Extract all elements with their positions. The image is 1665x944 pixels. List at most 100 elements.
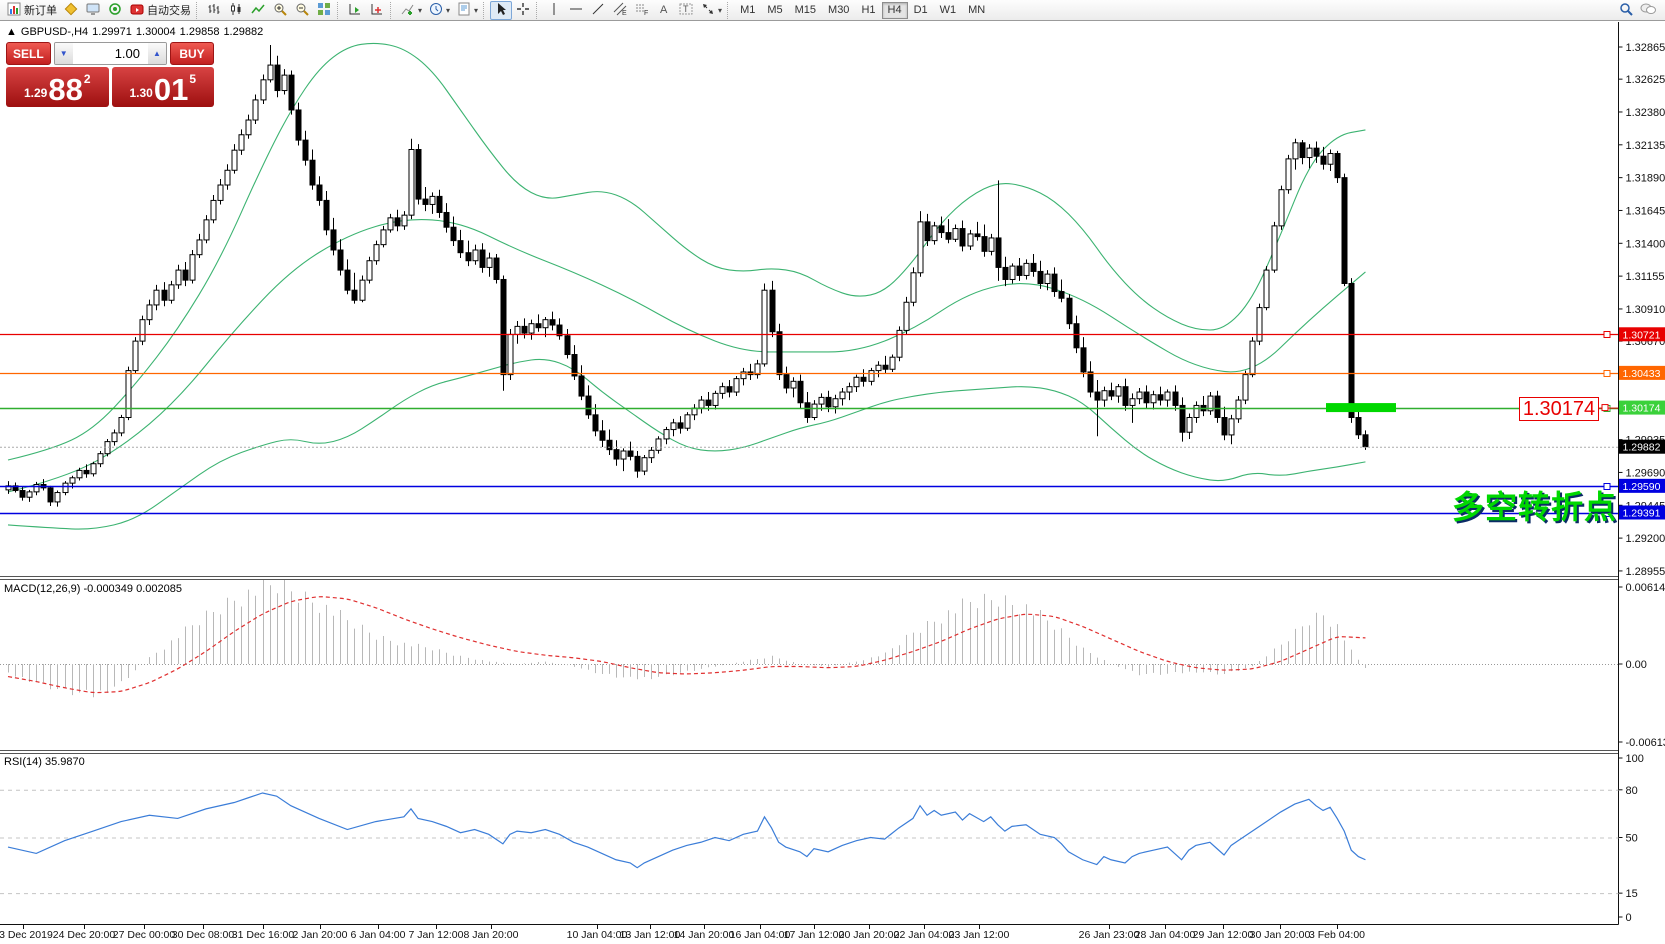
macd-pane-label: MACD(12,26,9) -0.000349 0.002085 (4, 583, 182, 595)
chat-button[interactable] (1637, 1, 1659, 20)
label-icon: T (678, 2, 694, 18)
svg-text:17 Jan 12:00: 17 Jan 12:00 (784, 929, 845, 941)
zoom-in-button[interactable] (269, 1, 291, 20)
volume-stepper[interactable]: ▼ 1.00 ▲ (54, 42, 167, 65)
sell-button[interactable]: SELL (6, 42, 51, 65)
svg-text:24 Dec 20:00: 24 Dec 20:00 (53, 929, 116, 941)
cursor-button[interactable] (490, 1, 512, 20)
svg-text:1.31400: 1.31400 (1626, 238, 1665, 250)
vertical-line-button[interactable] (543, 1, 565, 20)
buy-price-panel[interactable]: 1.30 01 5 (112, 67, 215, 107)
new-order-label: 新订单 (24, 2, 57, 18)
svg-text:29 Jan 12:00: 29 Jan 12:00 (1193, 929, 1254, 941)
svg-text:1.30433: 1.30433 (1623, 368, 1661, 380)
text-button[interactable]: A (653, 1, 675, 20)
trendline-button[interactable] (587, 1, 609, 20)
timeframe-button-M15[interactable]: M15 (789, 2, 822, 19)
metaeditor-icon (63, 2, 79, 18)
symbol-ohlc-readout: ▲GBPUSD-,H41.299711.300041.298581.29882 (6, 26, 267, 38)
toolbar-separator (727, 2, 732, 19)
svg-text:A: A (660, 4, 668, 16)
timeframe-button-M5[interactable]: M5 (761, 2, 788, 19)
timeframe-button-M1[interactable]: M1 (734, 2, 761, 19)
volume-value[interactable]: 1.00 (73, 43, 148, 64)
rsi-name: RSI(14) (4, 756, 42, 768)
crosshair-button[interactable] (512, 1, 534, 20)
timeframe-button-H4[interactable]: H4 (882, 2, 908, 19)
rsi-pane-label: RSI(14) 35.9870 (4, 756, 85, 768)
turning-point-annotation[interactable]: 多空转折点 (1452, 482, 1622, 528)
templates-icon (456, 2, 472, 18)
svg-text:13 Jan 12:00: 13 Jan 12:00 (620, 929, 681, 941)
svg-text:1.31890: 1.31890 (1626, 173, 1665, 185)
channel-button[interactable]: E (609, 1, 631, 20)
volume-increase-button[interactable]: ▲ (148, 43, 166, 64)
svg-text:27 Dec 00:00: 27 Dec 00:00 (113, 929, 176, 941)
timeframe-button-M30[interactable]: M30 (822, 2, 855, 19)
tile-windows-button[interactable] (313, 1, 335, 20)
timeframe-button-MN[interactable]: MN (962, 2, 991, 19)
svg-text:23 Dec 2019: 23 Dec 2019 (0, 929, 53, 941)
metaeditor-button[interactable] (60, 1, 82, 20)
arrows-icon (700, 2, 716, 18)
autoscroll-button[interactable] (344, 1, 366, 20)
candlestick-chart-button[interactable] (225, 1, 247, 20)
svg-text:22 Jan 04:00: 22 Jan 04:00 (894, 929, 955, 941)
svg-text:1.30721: 1.30721 (1623, 329, 1661, 341)
autotrading-button[interactable]: 自动交易 (126, 1, 194, 20)
sell-price-sup: 2 (84, 72, 91, 86)
svg-text:1.32135: 1.32135 (1626, 140, 1665, 152)
svg-text:100: 100 (1626, 753, 1644, 765)
chevron-down-icon: ▾ (474, 6, 478, 15)
svg-text:31 Dec 16:00: 31 Dec 16:00 (232, 929, 295, 941)
timeframe-button-W1[interactable]: W1 (934, 2, 963, 19)
svg-text:1.29882: 1.29882 (1623, 442, 1661, 454)
toolbar-separator (196, 2, 201, 19)
zoom-out-button[interactable] (291, 1, 313, 20)
line-chart-button[interactable] (247, 1, 269, 20)
svg-text:E: E (622, 10, 627, 16)
svg-text:6 Jan 04:00: 6 Jan 04:00 (351, 929, 406, 941)
svg-text:80: 80 (1626, 785, 1638, 797)
terminal-button[interactable] (82, 1, 104, 20)
high-value: 1.30004 (136, 26, 176, 38)
close-value: 1.29882 (223, 26, 263, 38)
templates-dropdown[interactable]: ▾ (453, 1, 481, 20)
timeframe-button-H1[interactable]: H1 (855, 2, 881, 19)
chart-shift-button[interactable] (366, 1, 388, 20)
fibonacci-button[interactable]: F (631, 1, 653, 20)
collapse-arrow-icon[interactable]: ▲ (6, 26, 17, 38)
chart-canvas[interactable]: 1.328651.326251.323801.321351.318901.316… (0, 0, 1665, 944)
new-order-button[interactable]: 新订单 (3, 1, 60, 20)
label-button[interactable]: T (675, 1, 697, 20)
buy-price-sup: 5 (189, 72, 196, 86)
price-callout-box[interactable]: 1.30174 (1519, 397, 1599, 421)
line-chart-icon (250, 2, 266, 18)
mt4-window: 新订单 自动交易 (0, 0, 1665, 944)
volume-decrease-button[interactable]: ▼ (55, 43, 73, 64)
svg-text:16 Jan 04:00: 16 Jan 04:00 (730, 929, 791, 941)
svg-text:8 Jan 20:00: 8 Jan 20:00 (464, 929, 519, 941)
svg-text:F: F (644, 10, 648, 16)
svg-text:1.28955: 1.28955 (1626, 566, 1665, 578)
channel-icon: E (612, 2, 628, 18)
low-value: 1.29858 (180, 26, 220, 38)
strategy-tester-button[interactable] (104, 1, 126, 20)
periods-dropdown[interactable]: ▾ (425, 1, 453, 20)
buy-button[interactable]: BUY (170, 42, 214, 65)
timeframe-button-D1[interactable]: D1 (908, 2, 934, 19)
indicators-dropdown[interactable]: ▾ (397, 1, 425, 20)
arrows-dropdown[interactable]: ▾ (697, 1, 725, 20)
macd-values: -0.000349 0.002085 (83, 583, 181, 595)
bar-chart-button[interactable] (203, 1, 225, 20)
chevron-down-icon: ▾ (718, 6, 722, 15)
svg-text:50: 50 (1626, 833, 1638, 845)
svg-text:0: 0 (1626, 912, 1632, 924)
trendline-icon (590, 2, 606, 18)
search-button[interactable] (1615, 1, 1637, 20)
sell-price-panel[interactable]: 1.29 88 2 (6, 67, 109, 107)
search-icon (1618, 2, 1634, 18)
rsi-value: 35.9870 (45, 756, 85, 768)
toolbar-separator (337, 2, 342, 19)
horizontal-line-button[interactable] (565, 1, 587, 20)
